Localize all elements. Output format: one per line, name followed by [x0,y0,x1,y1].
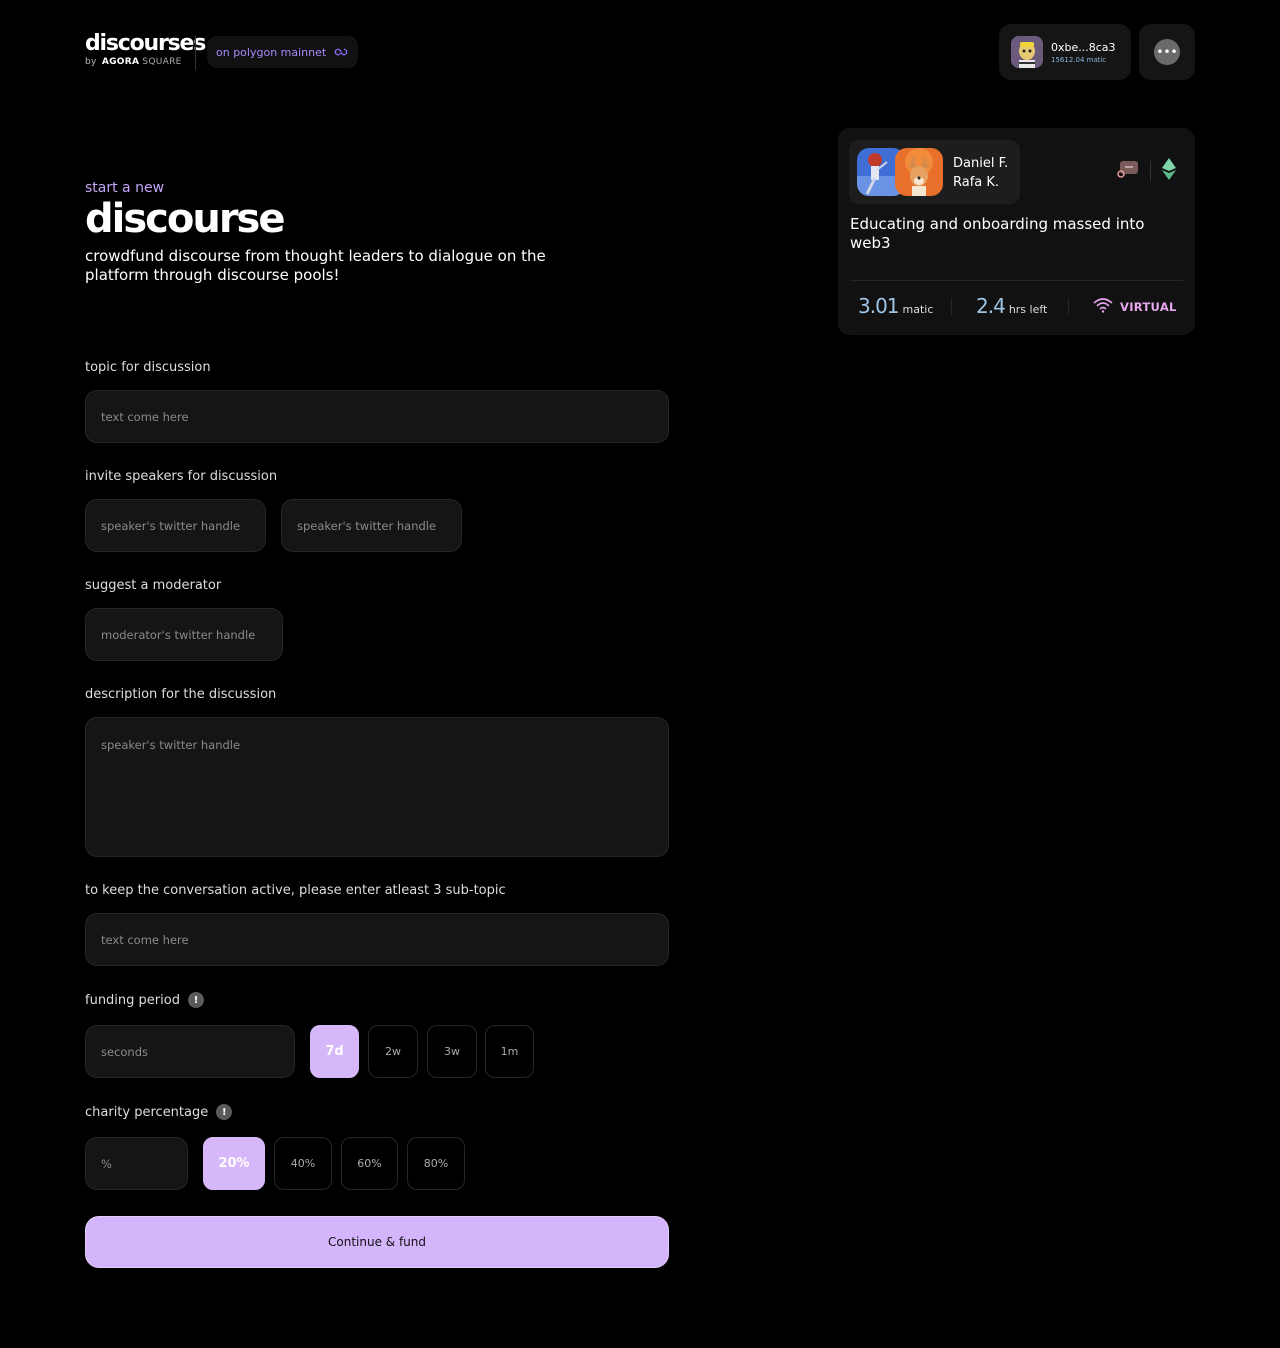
topic-label-text: topic for discussion [85,360,211,375]
charity-option-20[interactable]: 20% [203,1137,265,1190]
time-value: 2.4 [976,294,1006,318]
subtopic-input[interactable]: text come here [85,913,669,966]
avatar [1011,36,1043,68]
funding-label-text: funding period [85,992,180,1008]
funding-seconds-input[interactable]: seconds [85,1025,295,1078]
icon-divider [1150,161,1151,181]
charity-percent-input[interactable]: % [85,1137,188,1190]
charity-option-40[interactable]: 40% [274,1137,332,1190]
logo-title: discourses [85,31,206,56]
funds-stat: 3.01 matic [858,294,933,318]
more-options-button[interactable]: ••• [1139,24,1195,80]
discourse-title: Educating and onboarding massed into web… [850,215,1145,252]
mode-label: VIRTUAL [1120,299,1177,314]
wallet-button[interactable]: 0xbe...8ca3 15612.04 matic [999,24,1131,80]
charity-label-text: charity percentage [85,1104,209,1120]
card-divider [850,280,1183,281]
charity-option-60[interactable]: 60% [341,1137,398,1190]
charity-option-80[interactable]: 80% [407,1137,465,1190]
card-icons [1116,158,1177,184]
topic-label: topic for discussion [85,360,211,375]
mode-badge: VIRTUAL [1092,297,1177,316]
info-icon[interactable]: ! [216,1104,233,1120]
hero-description: crowdfund discourse from thought leaders… [85,247,546,284]
subtopic-label-text: to keep the conversation active, please … [85,883,506,898]
polygon-icon [334,46,348,58]
wifi-icon [1092,297,1114,316]
description-textarea[interactable]: speaker's twitter handle [85,717,669,857]
moderator-label: suggest a moderator [85,578,221,593]
ethereum-icon [1161,158,1177,184]
logo-agora: AGORA [101,57,140,67]
speaker2-avatar [895,148,943,196]
charity-label: charity percentage ! [85,1104,233,1120]
time-stat: 2.4 hrs left [976,294,1047,318]
logo[interactable]: discourses by AGORA SQUARE [85,31,206,68]
speaker-names: Daniel F. Rafa K. [953,154,1008,192]
time-unit: hrs left [1008,303,1048,316]
logo-subtitle: by AGORA SQUARE [85,57,205,67]
speakers-group[interactable]: Daniel F. Rafa K. [849,140,1020,204]
description-label: description for the discussion [85,687,276,702]
hero-eyebrow: start a new [85,180,165,196]
logo-square: SQUARE [142,57,182,67]
speaker2-input[interactable]: speaker's twitter handle [281,499,462,552]
continue-fund-button[interactable]: Continue & fund [85,1216,669,1268]
stat-divider [1068,298,1069,316]
chat-icon [1116,158,1140,184]
page-title: discourse [85,196,285,242]
funding-label: funding period ! [85,992,204,1008]
speaker1-name: Daniel F. [953,156,1009,171]
wallet-balance: 15612.04 matic [1051,55,1107,64]
moderator-label-text: suggest a moderator [85,578,222,593]
wallet-address: 0xbe...8ca3 [1051,40,1116,54]
funding-option-2w[interactable]: 2w [368,1025,418,1078]
header-divider [195,36,196,70]
info-icon[interactable]: ! [187,992,204,1008]
moderator-input[interactable]: moderator's twitter handle [85,608,283,661]
network-label: on polygon mainnet [216,45,327,59]
stat-divider [951,298,952,316]
ellipsis-icon: ••• [1154,39,1180,65]
funds-unit: matic [902,303,934,316]
funding-option-1m[interactable]: 1m [485,1025,534,1078]
logo-by: by [85,57,97,67]
funding-option-3w[interactable]: 3w [427,1025,477,1078]
subtopic-label: to keep the conversation active, please … [85,883,506,898]
topic-input[interactable]: text come here [85,390,669,443]
funds-value: 3.01 [858,294,900,318]
discourse-preview-card[interactable]: Daniel F. Rafa K. Educating and onboardi… [838,128,1195,335]
network-badge[interactable]: on polygon mainnet [207,36,359,68]
speakers-label: invite speakers for discussion [85,469,277,484]
funding-option-7d[interactable]: 7d [310,1025,359,1078]
speaker2-name: Rafa K. [953,175,1000,190]
description-label-text: description for the discussion [85,687,277,702]
speaker1-input[interactable]: speaker's twitter handle [85,499,266,552]
speakers-label-text: invite speakers for discussion [85,469,278,484]
